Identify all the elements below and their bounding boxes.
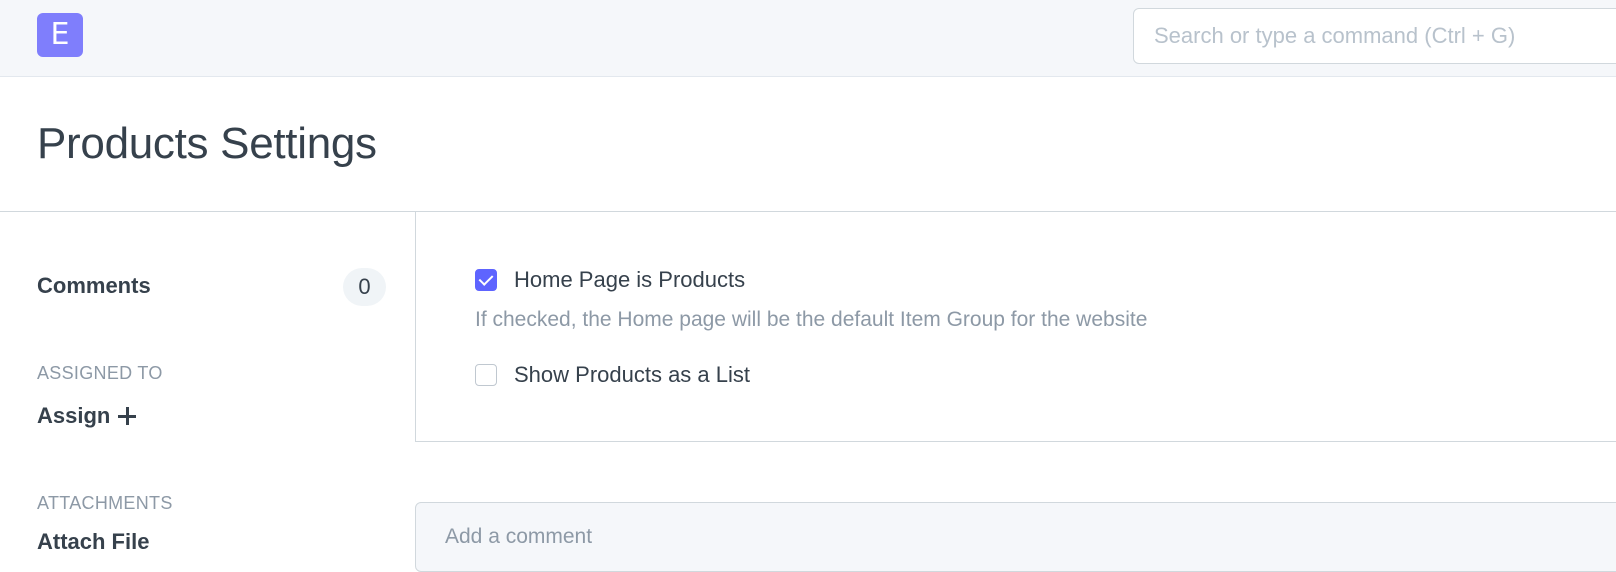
assign-button[interactable]: Assign (37, 402, 137, 430)
home-page-is-products-field[interactable]: Home Page is Products (475, 268, 745, 292)
assign-label: Assign (37, 403, 111, 428)
plus-icon (118, 407, 137, 425)
comment-input[interactable] (415, 502, 1616, 572)
show-products-as-list-label: Show Products as a List (514, 362, 751, 387)
attach-file-label: Attach File (37, 529, 150, 554)
attachments-heading: ATTACHMENTS (37, 493, 173, 513)
navbar: E (0, 0, 1616, 77)
home-page-is-products-label: Home Page is Products (514, 267, 746, 292)
comments-link[interactable]: Comments (37, 272, 151, 300)
home-page-is-products-checkbox[interactable] (475, 269, 497, 291)
comment-placeholder: Add a comment (445, 525, 593, 548)
attach-file-button[interactable]: Attach File (37, 528, 149, 556)
app-logo[interactable]: E (37, 13, 83, 57)
assigned-to-heading: ASSIGNED TO (37, 363, 163, 383)
home-page-is-products-help: If checked, the Home page will be the de… (475, 308, 1148, 331)
search-input[interactable] (1133, 8, 1616, 64)
show-products-as-list-field[interactable]: Show Products as a List (475, 363, 750, 387)
show-products-as-list-checkbox[interactable] (475, 364, 497, 386)
comments-count-badge: 0 (343, 268, 386, 306)
page-title: Products Settings (37, 119, 377, 168)
